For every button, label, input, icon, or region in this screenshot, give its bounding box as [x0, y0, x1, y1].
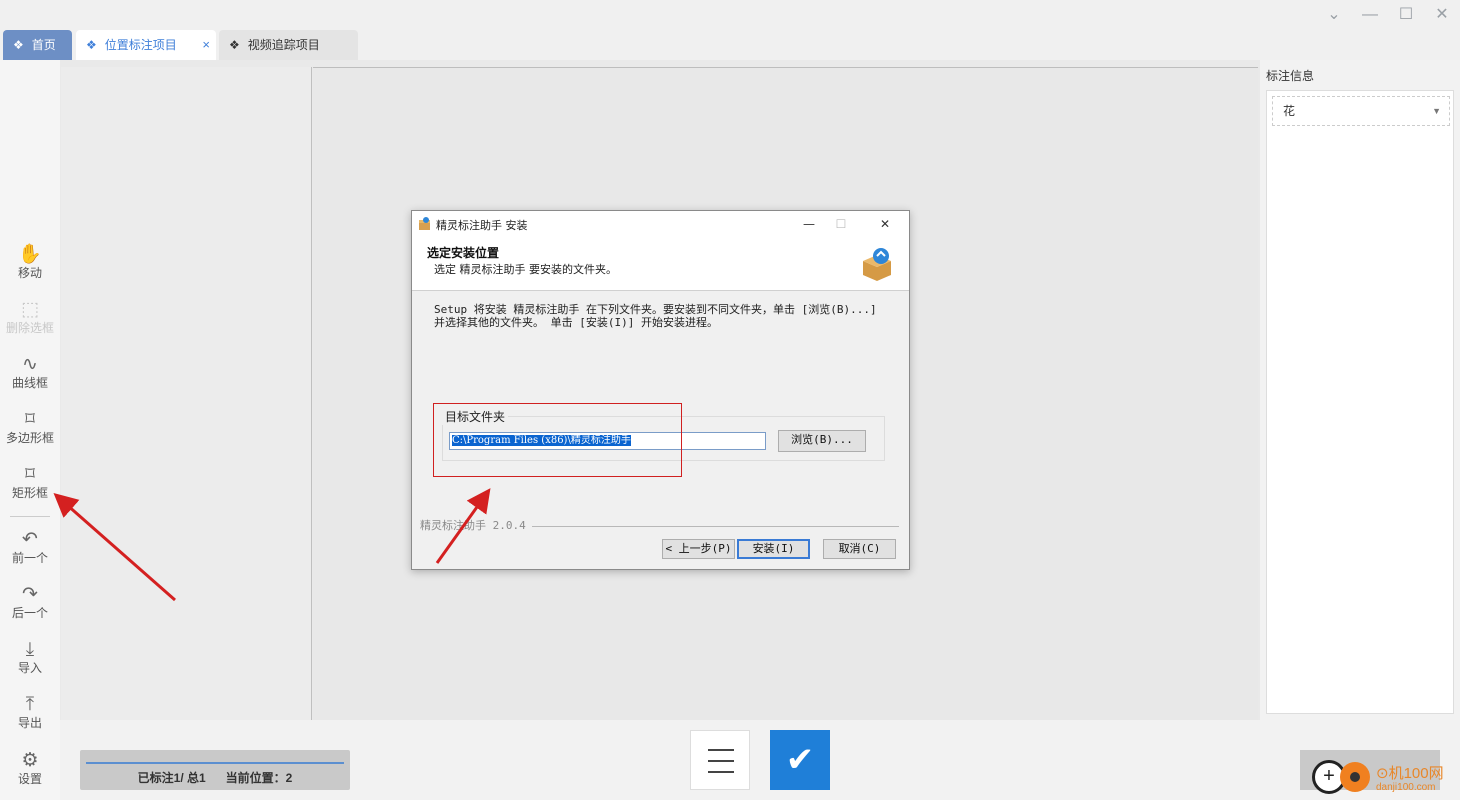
tool-label: 曲线框 [11, 376, 48, 390]
current-position: 当前位置：2 [225, 771, 293, 785]
dialog-close-button[interactable]: ✕ [870, 213, 900, 235]
toolbar-divider [10, 516, 50, 517]
tool-label: 移动 [17, 266, 42, 280]
tool-move[interactable]: ✋ 移动 [0, 244, 60, 280]
dialog-separator [532, 526, 899, 527]
undo-arrow-icon: ↶ [22, 529, 38, 550]
status-box: 已标注1/ 总1 当前位置：2 [80, 750, 350, 790]
tool-label: 前一个 [11, 551, 48, 565]
dialog-description: Setup 将安装 精灵标注助手 在下列文件夹。要安装到不同文件夹，单击 [浏览… [434, 303, 877, 329]
confirm-button[interactable]: ✔ [770, 730, 830, 790]
list-menu-button[interactable] [690, 730, 750, 790]
tool-next[interactable]: ↷ 后一个 [0, 584, 60, 620]
close-button[interactable]: ✕ [1430, 4, 1454, 26]
annotation-info-panel: 标注信息 花 ▼ [1260, 60, 1460, 800]
tab-label: 视频追踪项目 [247, 38, 320, 52]
rectangle-icon: ⌑ [25, 464, 35, 485]
installer-dialog: 精灵标注助手 安装 — ☐ ✕ 选定安装位置 选定 精灵标注助手 要安装的文件夹… [411, 210, 910, 570]
tab-position-annotation[interactable]: ❖ 位置标注项目 × [76, 30, 216, 60]
tool-label: 矩形框 [11, 486, 48, 500]
logo-circle-icon [1340, 762, 1370, 792]
diamond-grid-icon: ❖ [229, 38, 240, 52]
caret-down-icon: ▼ [1432, 106, 1441, 116]
redo-arrow-icon: ↷ [22, 584, 38, 605]
tool-label: 导入 [17, 661, 42, 675]
highlight-annotation-box [433, 403, 682, 477]
dialog-title: 精灵标注助手 安装 [436, 219, 528, 232]
export-icon: ⤒ [25, 694, 35, 715]
menu-icon [708, 760, 734, 762]
status-text: 已标注1/ 总1 当前位置：2 [80, 769, 350, 786]
maximize-button[interactable]: ☐ [1394, 4, 1418, 26]
tool-polygon-box[interactable]: ⌑ 多边形框 [0, 409, 60, 445]
selected-label: 花 [1283, 104, 1296, 118]
diamond-grid-icon: ❖ [86, 38, 97, 52]
tool-export[interactable]: ⤒ 导出 [0, 694, 60, 730]
panel-title: 标注信息 [1266, 69, 1315, 83]
tool-label: 多边形框 [5, 431, 54, 445]
gear-icon: ⚙ [21, 750, 39, 771]
watermark-logo: + ⊙机100网 danji100.com [1300, 748, 1460, 800]
menu-icon [708, 749, 734, 751]
bottom-bar: 已标注1/ 总1 当前位置：2 ✔ [60, 720, 1460, 800]
curve-icon: ∿ [22, 354, 38, 375]
browse-button[interactable]: 浏览(B)... [778, 430, 866, 452]
diamond-grid-icon: ❖ [13, 38, 24, 52]
import-icon: ⤓ [25, 639, 35, 660]
annotation-list: 花 ▼ [1266, 90, 1454, 714]
checkmark-icon: ✔ [785, 741, 815, 779]
tool-delete-box[interactable]: ⬚ 删除选框 [0, 299, 60, 335]
polygon-icon: ⌑ [25, 409, 35, 430]
dialog-heading: 选定安装位置 [427, 246, 500, 260]
left-toolbar: ✋ 移动 ⬚ 删除选框 ∿ 曲线框 ⌑ 多边形框 ⌑ 矩形框 ↶ 前一个 ↷ 后… [0, 60, 60, 800]
tab-home[interactable]: ❖ 首页 [3, 30, 72, 60]
delete-box-icon: ⬚ [21, 299, 39, 320]
tool-curve-box[interactable]: ∿ 曲线框 [0, 354, 60, 390]
progress-line [86, 762, 344, 764]
minimize-button[interactable]: — [1358, 4, 1382, 26]
installer-box-icon [419, 217, 430, 230]
tool-previous[interactable]: ↶ 前一个 [0, 529, 60, 565]
watermark-domain: danji100.com [1376, 782, 1436, 793]
label-select[interactable]: 花 ▼ [1272, 96, 1450, 126]
tool-import[interactable]: ⤓ 导入 [0, 639, 60, 675]
tool-label: 设置 [17, 772, 42, 786]
install-button[interactable]: 安装(I) [737, 539, 810, 559]
back-button[interactable]: < 上一步(P) [662, 539, 735, 559]
installer-package-icon [863, 248, 891, 281]
image-list-panel[interactable] [61, 67, 312, 720]
tool-settings[interactable]: ⚙ 设置 [0, 750, 60, 786]
installer-version: 精灵标注助手 2.0.4 [420, 519, 526, 532]
watermark-text: ⊙机100网 [1376, 765, 1444, 782]
tool-label: 删除选框 [5, 321, 54, 335]
tab-label: 位置标注项目 [104, 38, 177, 52]
close-tab-icon[interactable]: × [202, 30, 210, 60]
tool-rectangle-box[interactable]: ⌑ 矩形框 [0, 464, 60, 500]
tab-video-tracking[interactable]: ❖ 视频追踪项目 [219, 30, 358, 60]
tool-label: 导出 [17, 716, 42, 730]
dialog-minimize-button[interactable]: — [794, 213, 824, 235]
dialog-maximize-button: ☐ [835, 217, 847, 231]
tab-label: 首页 [31, 38, 56, 52]
tool-label: 后一个 [11, 606, 48, 620]
hand-icon: ✋ [18, 244, 42, 265]
menu-icon [708, 771, 734, 773]
chevron-down-icon[interactable]: ⌄ [1322, 4, 1346, 26]
dialog-subheading: 选定 精灵标注助手 要安装的文件夹。 [434, 263, 617, 276]
dialog-title-bar: 精灵标注助手 安装 — ☐ ✕ [412, 211, 909, 237]
dialog-header: 选定安装位置 选定 精灵标注助手 要安装的文件夹。 [412, 237, 909, 291]
cancel-button[interactable]: 取消(C) [823, 539, 896, 559]
title-bar: ⌄ — ☐ ✕ [0, 0, 1460, 30]
annotated-count: 已标注1/ 总1 [137, 771, 206, 785]
tab-bar: ❖ 首页 ❖ 位置标注项目 × ❖ 视频追踪项目 [0, 30, 1460, 60]
